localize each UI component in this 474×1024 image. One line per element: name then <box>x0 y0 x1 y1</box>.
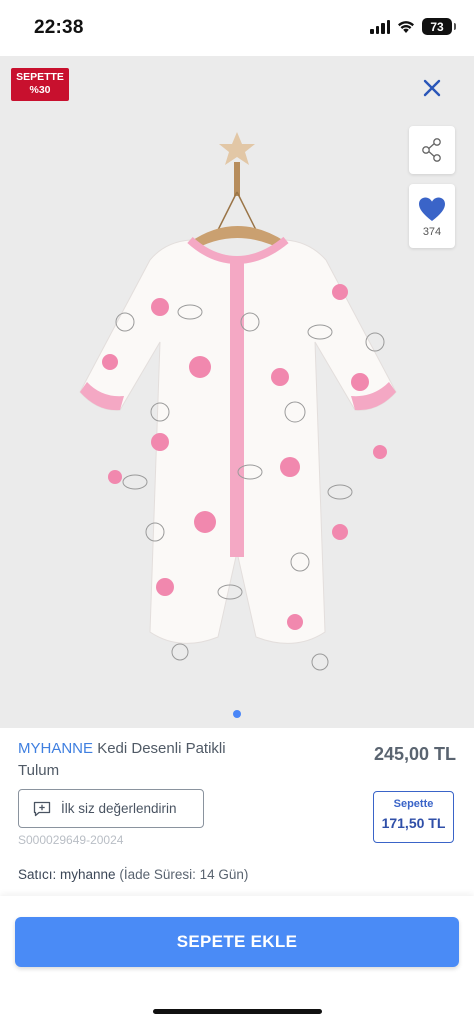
basket-price-label: Sepette <box>393 798 434 810</box>
return-period: (İade Süresi: 14 Gün) <box>119 867 249 882</box>
wifi-icon <box>398 20 414 33</box>
add-review-icon <box>33 801 51 816</box>
add-to-cart-button[interactable]: SEPETE EKLE <box>15 917 459 967</box>
product-price: 245,00 TL <box>373 744 456 764</box>
seller-label: Satıcı: <box>18 867 57 882</box>
battery-indicator: 73 <box>422 18 456 35</box>
product-info: MYHANNE Kedi Desenli Patikli Tulum 245,0… <box>0 728 474 888</box>
gallery-page-indicator[interactable] <box>233 710 241 718</box>
product-sku: S000029649-20024 <box>18 833 124 847</box>
status-time: 22:38 <box>34 17 84 38</box>
cellular-signal-icon <box>370 19 390 34</box>
product-image-gallery[interactable]: SEPETTE %30 374 <box>0 56 474 728</box>
home-indicator[interactable] <box>153 1009 322 1014</box>
write-review-button[interactable]: İlk siz değerlendirin <box>18 789 204 828</box>
badge-line1: SEPETTE <box>16 71 64 83</box>
bottom-action-bar: SEPETE EKLE <box>0 896 474 1024</box>
product-title: MYHANNE Kedi Desenli Patikli Tulum <box>18 738 258 782</box>
brand-link[interactable]: MYHANNE <box>18 740 93 757</box>
status-icons: 73 <box>370 18 456 35</box>
basket-price-value: 171,50 TL <box>381 815 446 831</box>
seller-name[interactable]: myhanne <box>60 867 116 882</box>
status-bar: 22:38 73 <box>0 0 474 56</box>
write-review-label: İlk siz değerlendirin <box>61 801 177 816</box>
baby-romper-image <box>79 132 397 671</box>
basket-price-box: Sepette 171,50 TL <box>373 791 454 843</box>
seller-info: Satıcı: myhanne (İade Süresi: 14 Gün) <box>18 867 248 882</box>
